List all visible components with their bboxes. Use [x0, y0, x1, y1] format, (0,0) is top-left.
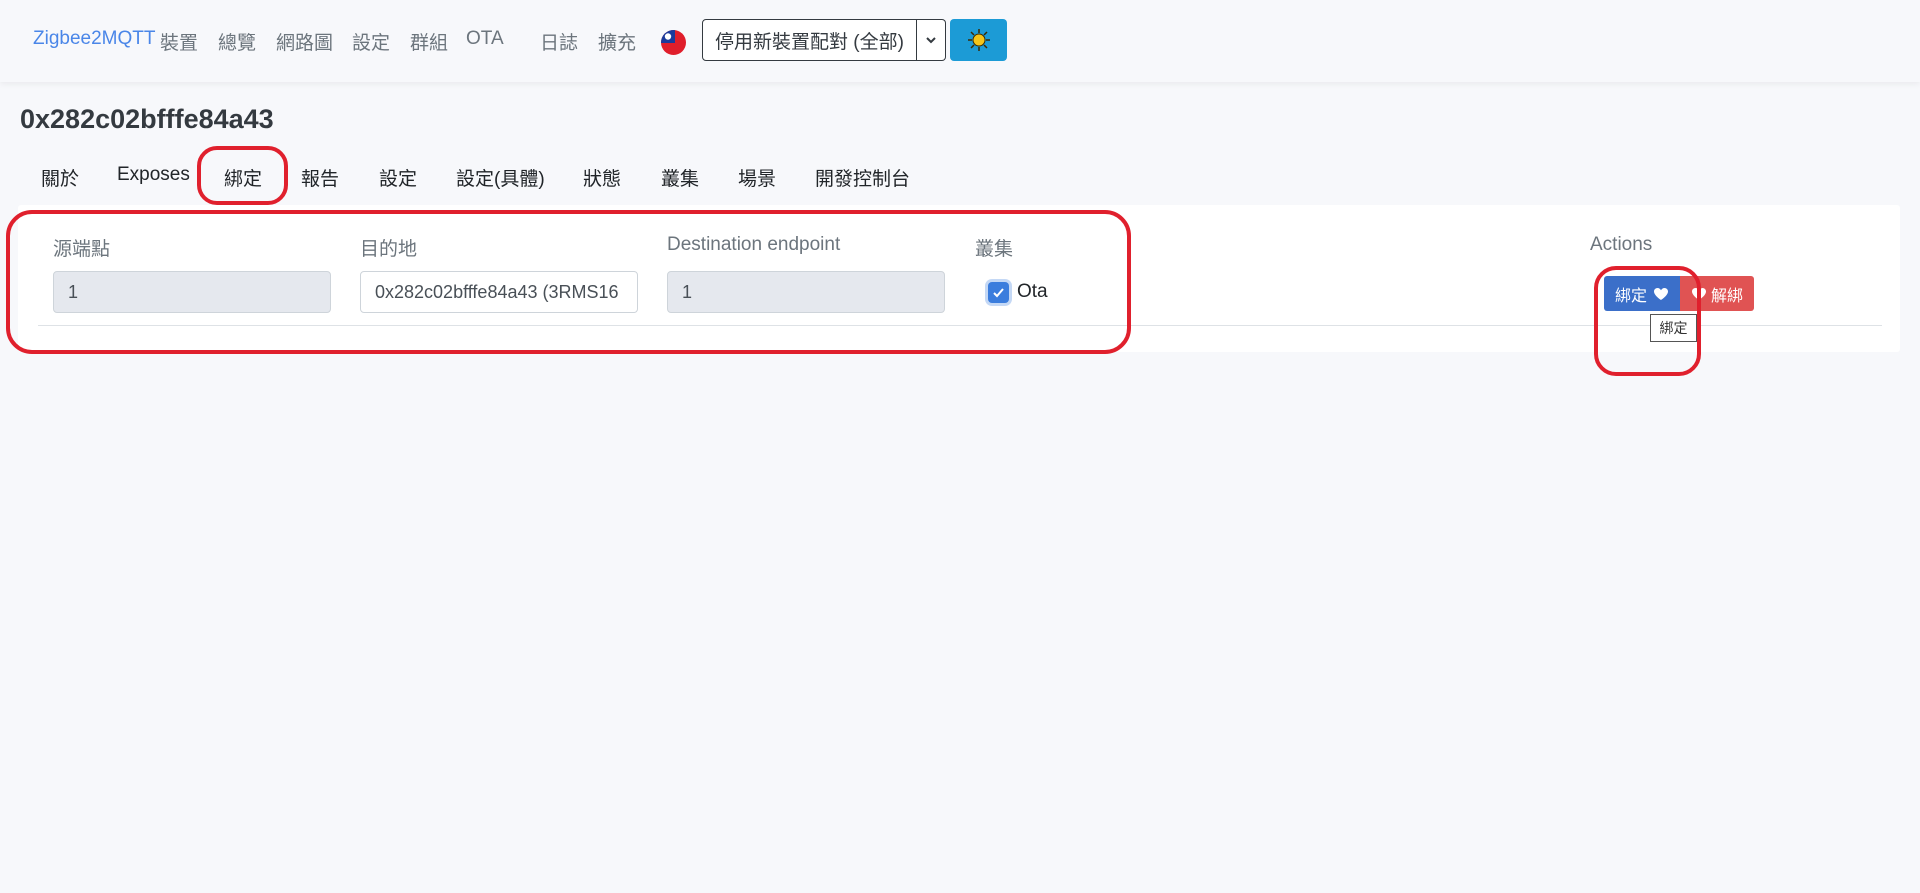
nav-ota[interactable]: OTA — [466, 28, 504, 50]
destination-select[interactable]: 0x282c02bfffe84a43 (3RMS16 — [360, 271, 638, 313]
unbind-button-label: 解綁 — [1710, 287, 1743, 305]
ota-cluster-label: Ota — [1017, 281, 1048, 302]
tab-about[interactable]: 關於 — [41, 164, 79, 191]
tab-exposes[interactable]: Exposes — [117, 164, 190, 186]
nav-logs[interactable]: 日誌 — [540, 28, 578, 55]
clusters-header: 叢集 — [975, 239, 1014, 260]
nav-groups[interactable]: 群組 — [410, 28, 448, 55]
bind-button[interactable]: 綁定 — [1604, 276, 1680, 311]
brand-link[interactable]: Zigbee2MQTT — [33, 28, 155, 50]
destination-header: 目的地 — [360, 239, 418, 260]
chevron-down-icon — [926, 37, 936, 44]
nav-extensions[interactable]: 擴充 — [598, 28, 636, 55]
tab-state[interactable]: 狀態 — [583, 164, 621, 191]
heart-icon — [1654, 287, 1668, 300]
device-title: 0x282c02bfffe84a43 — [20, 104, 274, 134]
tab-bind[interactable]: 綁定 — [224, 164, 262, 191]
nav-devices[interactable]: 裝置 — [160, 28, 198, 55]
tab-reporting[interactable]: 報告 — [301, 164, 339, 191]
permit-join-button[interactable]: 停用新裝置配對 (全部) — [702, 19, 917, 61]
check-icon — [993, 288, 1004, 298]
bind-button-label: 綁定 — [1614, 287, 1647, 305]
sun-icon — [967, 29, 990, 51]
tab-settings[interactable]: 設定 — [379, 164, 417, 191]
ota-cluster-checkbox[interactable] — [988, 282, 1009, 303]
tab-settings-specific[interactable]: 設定(具體) — [456, 164, 545, 191]
tab-dev-console[interactable]: 開發控制台 — [815, 164, 910, 191]
row-divider — [38, 325, 1882, 326]
taiwan-flag-icon[interactable] — [661, 30, 686, 55]
navbar: Zigbee2MQTT 裝置 總覽 網路圖 設定 群組 OTA 日誌 擴充 停用… — [0, 0, 1920, 82]
unbind-button[interactable]: 解綁 — [1680, 276, 1754, 311]
bind-tooltip: 綁定 — [1650, 314, 1697, 342]
permit-join-dropdown[interactable] — [917, 19, 946, 61]
destination-endpoint-header: Destination endpoint — [667, 234, 841, 255]
tab-scenes[interactable]: 場景 — [738, 164, 776, 191]
destination-endpoint-select[interactable]: 1 — [667, 271, 945, 313]
nav-dashboard[interactable]: 總覽 — [218, 28, 256, 55]
source-endpoint-select[interactable]: 1 — [53, 271, 331, 313]
permit-join-group: 停用新裝置配對 (全部) — [702, 19, 946, 61]
tab-clusters[interactable]: 叢集 — [661, 164, 699, 191]
nav-settings[interactable]: 設定 — [352, 28, 390, 55]
theme-toggle-button[interactable] — [950, 19, 1007, 61]
actions-header: Actions — [1590, 234, 1653, 255]
broken-heart-icon — [1691, 287, 1706, 300]
source-endpoint-header: 源端點 — [53, 239, 111, 260]
nav-network-map[interactable]: 網路圖 — [276, 28, 333, 55]
